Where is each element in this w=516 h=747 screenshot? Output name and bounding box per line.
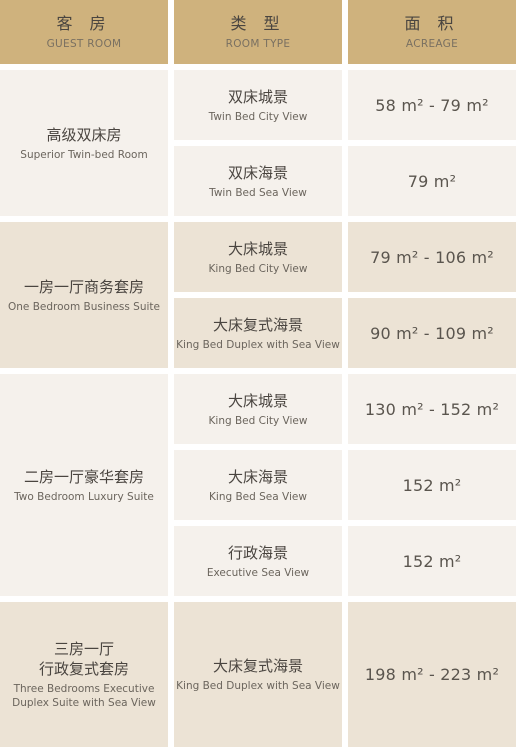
acreage-value: 90 m² - 109 m² [370,323,494,343]
room-table: 客 房 GUEST ROOM 类 型 ROOM TYPE 面 积 ACREAGE… [0,0,516,747]
room-type-zh: 双床城景 [227,87,288,106]
guest-room-en: Superior Twin-bed Room [20,148,148,161]
acreage-cell: 79 m² - 106 m² [348,222,516,292]
room-type-cell: 大床复式海景 King Bed Duplex with Sea View [174,602,342,747]
acreage-value: 152 m² [402,551,462,571]
guest-room-en: Two Bedroom Luxury Suite [14,490,154,503]
header-room-type-en: ROOM TYPE [225,37,291,50]
room-type-en: King Bed City View [208,414,308,427]
acreage-value: 79 m² - 106 m² [370,247,494,267]
room-type-en: King Bed Sea View [209,490,307,503]
room-type-zh: 大床城景 [227,391,288,410]
acreage-value: 79 m² [407,171,457,191]
guest-room-three-bedroom-executive: 三房一厅 行政复式套房 Three Bedrooms Executive Dup… [0,602,168,747]
room-type-cell: 大床海景 King Bed Sea View [174,450,342,520]
acreage-value: 130 m² - 152 m² [364,399,500,419]
header-acreage-en: ACREAGE [405,37,459,50]
guest-room-zh: 一房一厅商务套房 [23,277,144,296]
room-type-zh: 大床海景 [227,467,288,486]
header-guest-room-zh: 客 房 [56,13,112,33]
acreage-value: 198 m² - 223 m² [364,665,500,684]
room-type-en: Executive Sea View [206,566,310,579]
guest-room-zh-line2: 行政复式套房 [38,660,129,678]
room-type-zh: 大床复式海景 [212,657,303,675]
room-type-zh: 大床城景 [227,239,288,258]
header-acreage-zh: 面 积 [404,13,460,33]
guest-room-superior-twin: 高级双床房 Superior Twin-bed Room [0,70,168,216]
room-type-cell: 行政海景 Executive Sea View [174,526,342,596]
header-room-type-zh: 类 型 [230,13,286,33]
acreage-cell: 152 m² [348,526,516,596]
room-type-en: King Bed City View [208,262,308,275]
header-guest-room-en: GUEST ROOM [46,37,122,50]
header-guest-room: 客 房 GUEST ROOM [0,0,168,64]
room-type-cell: 双床城景 Twin Bed City View [174,70,342,140]
guest-room-en: One Bedroom Business Suite [8,300,160,313]
acreage-value: 58 m² - 79 m² [375,95,489,115]
room-type-cell: 大床城景 King Bed City View [174,374,342,444]
room-type-cell: 大床复式海景 King Bed Duplex with Sea View [174,298,342,368]
room-type-en: King Bed Duplex with Sea View [176,338,340,351]
guest-room-two-bedroom-luxury: 二房一厅豪华套房 Two Bedroom Luxury Suite [0,374,168,596]
acreage-cell: 90 m² - 109 m² [348,298,516,368]
room-type-zh: 大床复式海景 [212,315,303,334]
room-type-en: Twin Bed Sea View [209,186,307,199]
guest-room-zh-line1: 三房一厅 [53,640,114,658]
acreage-cell: 198 m² - 223 m² [348,602,516,747]
acreage-cell: 58 m² - 79 m² [348,70,516,140]
header-acreage: 面 积 ACREAGE [348,0,516,64]
guest-room-en-line2: Duplex Suite with Sea View [12,697,156,709]
guest-room-zh: 高级双床房 [46,125,122,144]
room-type-cell: 双床海景 Twin Bed Sea View [174,146,342,216]
guest-room-one-bedroom-business: 一房一厅商务套房 One Bedroom Business Suite [0,222,168,368]
room-type-en: Twin Bed City View [208,110,308,123]
acreage-cell: 152 m² [348,450,516,520]
acreage-cell: 130 m² - 152 m² [348,374,516,444]
guest-room-en-line1: Three Bedrooms Executive [13,683,155,695]
guest-room-zh: 二房一厅豪华套房 [23,467,144,486]
room-type-zh: 双床海景 [227,163,288,182]
acreage-cell: 79 m² [348,146,516,216]
room-type-cell: 大床城景 King Bed City View [174,222,342,292]
room-type-zh: 行政海景 [227,543,288,562]
room-type-en: King Bed Duplex with Sea View [176,680,340,692]
header-room-type: 类 型 ROOM TYPE [174,0,342,64]
acreage-value: 152 m² [402,475,462,495]
